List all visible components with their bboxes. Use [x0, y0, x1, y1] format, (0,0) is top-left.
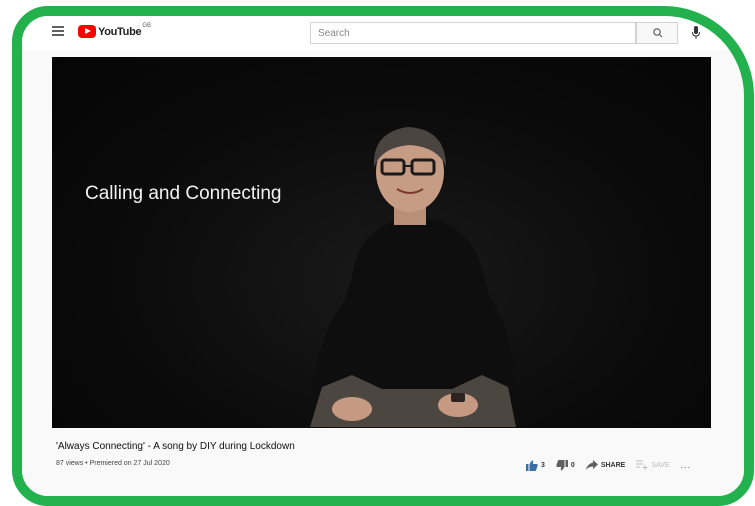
video-info: 'Always Connecting' - A song by DIY duri… [22, 428, 744, 496]
logo-text: YouTube [98, 25, 142, 38]
dislike-button[interactable]: 0 [556, 459, 575, 471]
mic-icon[interactable] [690, 25, 702, 41]
share-icon [585, 460, 598, 470]
like-count: 3 [541, 461, 545, 469]
thumbs-up-icon [526, 460, 538, 471]
menu-icon[interactable] [52, 26, 64, 36]
dislike-count: 0 [570, 461, 575, 469]
youtube-logo[interactable]: YouTube GB [78, 23, 151, 38]
like-button[interactable]: 3 [526, 460, 545, 471]
video-frame-person [307, 127, 520, 427]
save-playlist-icon [636, 460, 648, 470]
more-actions-button[interactable]: ... [680, 460, 691, 470]
search-button[interactable] [636, 22, 678, 44]
region-code: GB [142, 23, 151, 29]
search-input[interactable] [310, 22, 636, 44]
action-bar: 3 0 SHARE SAVE ... [526, 459, 691, 471]
top-bar: YouTube GB [22, 16, 744, 50]
thumbs-down-icon [556, 459, 568, 470]
save-label: SAVE [651, 461, 670, 469]
video-overlay-title: Calling and Connecting [85, 183, 282, 204]
save-button[interactable]: SAVE [636, 460, 669, 470]
youtube-logo-icon [78, 25, 96, 38]
video-meta: 87 views • Premiered on 27 Jul 2020 [56, 460, 170, 467]
search-icon [653, 28, 663, 38]
green-frame: YouTube GB Search Calling and Connecting… [12, 6, 754, 506]
share-button[interactable]: SHARE [585, 460, 626, 470]
video-title: 'Always Connecting' - A song by DIY duri… [56, 441, 295, 452]
video-player[interactable]: Calling and Connecting [52, 57, 711, 428]
share-label: SHARE [600, 461, 626, 469]
